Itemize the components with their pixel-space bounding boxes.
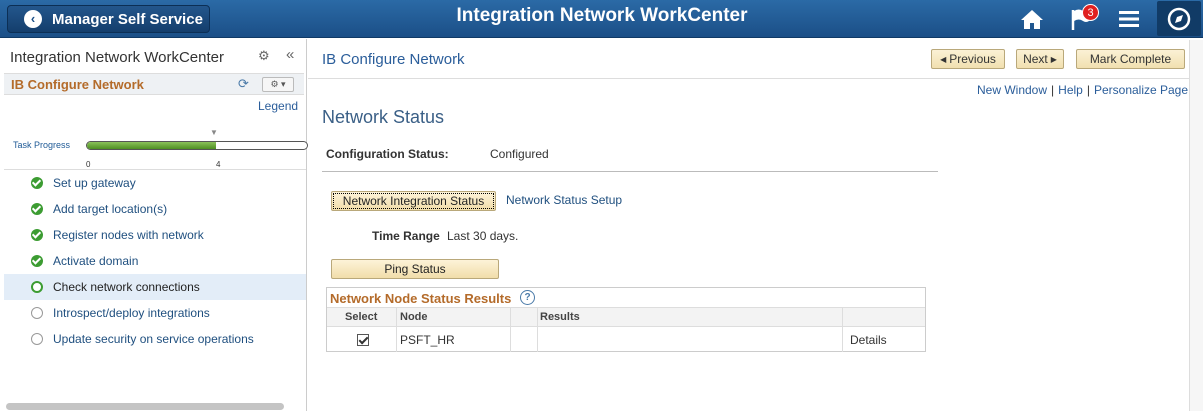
pagelet-title: IB Configure Network	[11, 77, 144, 92]
column-separator	[510, 308, 511, 328]
page-title: IB Configure Network	[322, 51, 465, 68]
configuration-status-value: Configured	[490, 147, 549, 161]
next-button-label: Next	[1023, 52, 1048, 66]
right-triangle-icon: ▶	[1050, 54, 1057, 64]
complete-check-icon	[31, 229, 43, 241]
task-progress-bar	[86, 141, 308, 150]
task-progress-fill	[87, 142, 216, 149]
help-link[interactable]: Help	[1058, 83, 1083, 97]
collapse-icon[interactable]: «	[286, 46, 294, 63]
vertical-scrollbar[interactable]	[1189, 40, 1203, 411]
column-header-results[interactable]: Results	[540, 311, 580, 323]
top-banner: ‹ Manager Self Service Integration Netwo…	[0, 0, 1203, 38]
previous-button-label: Previous	[949, 52, 996, 66]
home-icon[interactable]	[1017, 4, 1047, 34]
network-integration-status-button[interactable]: Network Integration Status	[331, 191, 496, 211]
hamburger-menu-icon[interactable]	[1114, 4, 1144, 34]
task-label: Activate domain	[53, 254, 139, 268]
task-label: Add target location(s)	[53, 202, 168, 216]
task-item-current[interactable]: Check network connections	[4, 274, 306, 300]
current-step-icon	[31, 281, 43, 293]
complete-check-icon	[31, 177, 43, 189]
column-separator	[396, 328, 397, 352]
complete-check-icon	[31, 203, 43, 215]
grid-header: Select Node Results	[327, 307, 925, 328]
grid-title: Network Node Status Results	[330, 291, 512, 306]
legend-link[interactable]: Legend	[258, 99, 298, 113]
progress-min-label: 0	[86, 160, 91, 169]
separator: |	[1051, 83, 1055, 97]
next-button[interactable]: Next ▶	[1016, 49, 1064, 69]
task-label: Introspect/deploy integrations	[53, 306, 210, 320]
task-progress-label: Task Progress	[13, 140, 71, 150]
progress-marker-icon: ▼	[210, 128, 218, 137]
navbar-compass-icon[interactable]	[1157, 1, 1201, 36]
task-label: Update security on service operations	[53, 332, 254, 346]
workcenter-title: Integration Network WorkCenter	[10, 49, 224, 66]
separator: |	[1086, 83, 1090, 97]
divider	[322, 171, 938, 172]
mark-complete-button[interactable]: Mark Complete	[1076, 49, 1185, 69]
time-range-value: Last 30 days.	[447, 229, 519, 243]
pending-step-icon	[31, 307, 43, 319]
horizontal-scrollbar[interactable]	[6, 403, 284, 410]
help-icon[interactable]: ?	[520, 290, 535, 305]
column-separator	[537, 308, 538, 328]
page-title-bar: IB Configure Network ◀ Previous Next ▶ Mar…	[308, 39, 1203, 79]
column-header-node[interactable]: Node	[400, 311, 428, 323]
task-label: Register nodes with network	[53, 228, 204, 242]
pagelet-header: IB Configure Network ⟳ ⚙ ▾	[4, 73, 304, 95]
ping-status-button[interactable]: Ping Status	[331, 259, 499, 279]
task-item[interactable]: Update security on service operations	[4, 326, 306, 352]
task-item[interactable]: Introspect/deploy integrations	[4, 300, 306, 326]
configuration-status-label: Configuration Status:	[326, 147, 449, 161]
row-select-checkbox[interactable]	[357, 334, 369, 346]
network-status-setup-link[interactable]: Network Status Setup	[506, 193, 622, 207]
column-header-select[interactable]: Select	[345, 311, 377, 323]
back-button[interactable]: ‹ Manager Self Service	[7, 5, 210, 33]
app-title: Integration Network WorkCenter	[456, 5, 748, 26]
previous-button[interactable]: ◀ Previous	[931, 49, 1005, 69]
time-range-label: Time Range	[372, 229, 440, 243]
task-label: Check network connections	[53, 280, 200, 294]
complete-check-icon	[31, 255, 43, 267]
section-title: Network Status	[322, 107, 445, 127]
task-item[interactable]: Register nodes with network	[4, 222, 306, 248]
main-content: IB Configure Network ◀ Previous Next ▶ Mar…	[308, 39, 1203, 411]
column-separator	[842, 308, 843, 328]
progress-max-label: 4	[216, 160, 221, 169]
task-item[interactable]: Add target location(s)	[4, 196, 306, 222]
refresh-icon[interactable]: ⟳	[238, 76, 249, 92]
back-button-label: Manager Self Service	[52, 10, 203, 28]
pagelet-options-icon[interactable]: ⚙ ▾	[262, 77, 294, 92]
task-label: Set up gateway	[53, 176, 136, 190]
task-item[interactable]: Activate domain	[4, 248, 306, 274]
task-list: Set up gateway Add target location(s) Re…	[4, 169, 306, 352]
node-status-grid: Network Node Status Results ? Select Nod…	[326, 287, 926, 352]
workcenter-sidebar: Integration Network WorkCenter ⚙ « IB Co…	[0, 39, 308, 411]
column-separator	[510, 328, 511, 352]
table-row: PSFT_HR Details	[327, 328, 925, 352]
column-separator	[842, 328, 843, 352]
node-cell: PSFT_HR	[400, 333, 455, 347]
utility-links: New Window | Help | Personalize Page	[977, 83, 1188, 97]
pending-step-icon	[31, 333, 43, 345]
new-window-link[interactable]: New Window	[977, 83, 1047, 97]
column-separator	[537, 328, 538, 352]
left-triangle-icon: ◀	[940, 54, 947, 64]
notification-count-badge: 3	[1082, 4, 1099, 21]
task-item[interactable]: Set up gateway	[4, 170, 306, 196]
details-link[interactable]: Details	[850, 333, 887, 347]
left-arrow-icon: ‹	[24, 10, 42, 28]
personalize-page-link[interactable]: Personalize Page	[1094, 83, 1188, 97]
gear-icon[interactable]: ⚙	[258, 48, 270, 64]
column-separator	[396, 308, 397, 328]
